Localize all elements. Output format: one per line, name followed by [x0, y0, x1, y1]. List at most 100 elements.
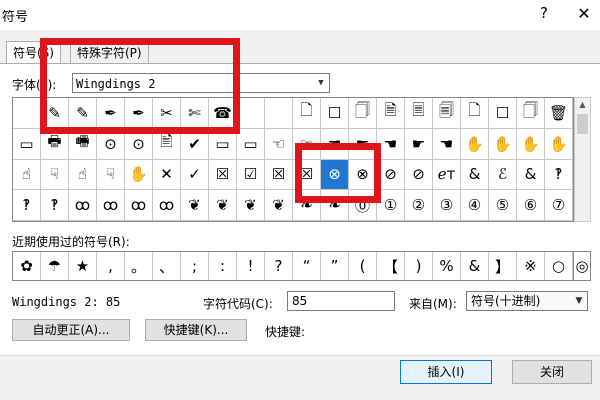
recent-symbol[interactable]: ◎ [574, 251, 591, 281]
chevron-down-icon[interactable]: ▼ [313, 74, 329, 92]
symbol-cell[interactable]: 🗍 [517, 98, 545, 129]
recent-symbols[interactable]: ✿ ☂ ★,。、;:!? “”(【)% &】 ※ ○ [12, 251, 574, 281]
symbol-cell[interactable]: ☟ [41, 159, 69, 191]
recent-symbol[interactable]: % [433, 252, 461, 280]
symbol-cell[interactable] [265, 98, 293, 129]
symbol-cell[interactable]: 🗍 [349, 98, 377, 129]
recent-symbol[interactable]: ( [349, 252, 377, 280]
symbol-cell[interactable]: ▭ [13, 128, 41, 160]
chevron-down-icon[interactable]: ▼ [571, 292, 587, 310]
title-bar: 符号 ? ✕ [0, 0, 600, 30]
symbol-cell[interactable]: ③ [433, 190, 461, 221]
recent-symbol[interactable]: ★ [69, 252, 97, 280]
recent-symbol[interactable]: ☂ [41, 252, 69, 280]
symbol-cell[interactable]: ① [377, 190, 405, 221]
symbol-cell[interactable]: ⑤ [489, 190, 517, 221]
symbol-cell[interactable]: ✕ [153, 159, 181, 191]
shortcut-key-button[interactable]: 快捷键(K)... [145, 319, 247, 341]
symbol-cell[interactable]: ℯт [433, 159, 461, 191]
symbol-cell[interactable]: & [461, 159, 489, 191]
symbol-cell[interactable]: ☝ [13, 159, 41, 191]
symbol-cell[interactable]: 🗑 [545, 98, 573, 129]
symbol-cell[interactable]: ✋ [125, 159, 153, 191]
symbol-cell[interactable]: ⊘ [405, 159, 433, 191]
symbol-cell[interactable]: ☐ [321, 98, 349, 129]
symbol-cell[interactable] [237, 98, 265, 129]
symbol-cell[interactable]: ✋ [517, 128, 545, 160]
symbol-cell[interactable]: ✋ [489, 128, 517, 160]
shortcut-label: 快捷键: [265, 325, 306, 339]
symbol-cell[interactable]: ‽ [41, 190, 69, 221]
recent-symbol[interactable]: 、 [153, 252, 181, 280]
symbol-cell[interactable]: 🗎 [377, 98, 405, 129]
symbol-cell[interactable]: ℰ [489, 159, 517, 191]
symbol-cell[interactable]: ❦ [237, 190, 265, 221]
symbol-cell[interactable]: ⑥ [517, 190, 545, 221]
from-select[interactable]: 符号(十进制) ▼ [466, 291, 588, 311]
grid-scrollbar[interactable]: ▲ [574, 97, 591, 222]
recent-symbol[interactable]: ? [265, 252, 293, 280]
symbol-cell[interactable]: ❦ [265, 190, 293, 221]
footer-divider [0, 355, 600, 356]
insert-button[interactable]: 插入(I) [400, 360, 492, 384]
symbol-cell[interactable]: ✋ [545, 128, 573, 160]
symbol-cell[interactable]: ✓ [181, 159, 209, 191]
symbol-cell[interactable]: ▭ [237, 128, 265, 160]
symbol-cell[interactable]: ☚ [377, 128, 405, 160]
symbol-cell[interactable]: ❦ [181, 190, 209, 221]
symbol-cell[interactable]: ⊘ [377, 159, 405, 191]
recent-symbol[interactable]: ○ [545, 252, 573, 280]
symbol-cell[interactable]: ☒ [209, 159, 237, 191]
symbol-cell[interactable]: ☛ [405, 128, 433, 160]
recent-symbol[interactable]: 。 [125, 252, 153, 280]
symbol-cell[interactable]: ꝏ [97, 190, 125, 221]
recent-symbol[interactable]: 【 [377, 252, 405, 280]
window-title: 符号 [2, 10, 29, 25]
char-code-input[interactable]: 85 [287, 291, 395, 311]
recent-symbol[interactable]: ! [237, 252, 265, 280]
symbol-cell[interactable]: ☝ [69, 159, 97, 191]
symbol-cell[interactable]: & [517, 159, 545, 191]
autocorrect-button[interactable]: 自动更正(A)... [12, 319, 130, 341]
symbol-cell[interactable]: ☟ [97, 159, 125, 191]
recent-symbol[interactable]: 】 [489, 252, 517, 280]
close-icon[interactable]: ✕ [576, 4, 592, 23]
symbol-cell[interactable]: ⑦ [545, 190, 573, 221]
symbol-cell[interactable]: ☜ [265, 128, 293, 160]
symbol-cell[interactable]: ‽ [13, 190, 41, 221]
font-code-info: Wingdings 2: 85 [12, 295, 121, 309]
highlight-box [40, 38, 240, 134]
recent-symbol[interactable]: ※ [517, 252, 545, 280]
symbol-cell[interactable]: ꝏ [69, 190, 97, 221]
symbol-cell[interactable]: ② [405, 190, 433, 221]
recent-symbol[interactable]: , [97, 252, 125, 280]
close-button[interactable]: 关闭 [512, 360, 592, 384]
symbol-cell[interactable] [13, 98, 41, 129]
symbol-cell[interactable]: 🗏 [405, 98, 433, 129]
recent-symbol[interactable]: & [461, 252, 489, 280]
symbol-cell[interactable]: ☐ [489, 98, 517, 129]
recent-symbol[interactable]: “ [293, 252, 321, 280]
recent-symbol[interactable]: : [209, 252, 237, 280]
char-code-label: 字符代码(C): [203, 297, 273, 311]
symbol-cell[interactable]: 🗋 [461, 98, 489, 129]
symbol-cell[interactable]: ✋ [461, 128, 489, 160]
recent-symbol[interactable]: ✿ [13, 252, 41, 280]
scroll-thumb[interactable] [577, 114, 588, 134]
symbol-cell[interactable]: ꝏ [125, 190, 153, 221]
from-value: 符号(十进制) [471, 294, 541, 308]
recent-symbol[interactable]: ) [405, 252, 433, 280]
symbol-cell[interactable]: ☑ [237, 159, 265, 191]
symbol-cell[interactable]: 🗋 [293, 98, 321, 129]
recent-symbol[interactable]: ; [181, 252, 209, 280]
symbol-cell[interactable]: 🗐 [433, 98, 461, 129]
symbol-cell[interactable]: ☚ [433, 128, 461, 160]
scroll-up-icon[interactable]: ▲ [575, 98, 590, 112]
recent-symbol[interactable]: ” [321, 252, 349, 280]
symbol-cell[interactable]: ‽ [545, 159, 573, 191]
help-icon[interactable]: ? [537, 4, 551, 22]
symbol-cell[interactable]: ❦ [209, 190, 237, 221]
symbol-cell[interactable]: ④ [461, 190, 489, 221]
symbol-cell[interactable]: ꝏ [153, 190, 181, 221]
symbol-cell[interactable]: ☒ [265, 159, 293, 191]
